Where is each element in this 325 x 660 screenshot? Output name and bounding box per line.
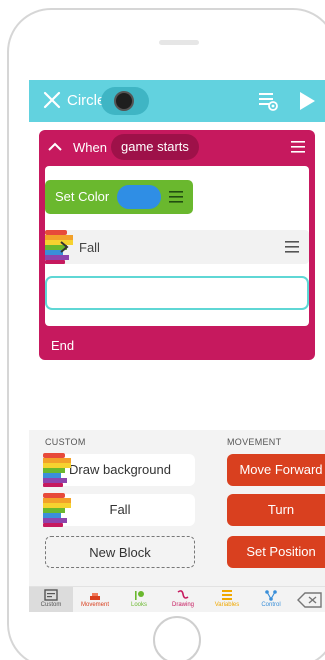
new-block-button[interactable]: New Block xyxy=(45,536,195,568)
drawing-icon xyxy=(177,590,189,599)
color-swatch[interactable] xyxy=(117,185,161,209)
tab-label: Movement xyxy=(80,602,109,608)
hamburger-icon[interactable] xyxy=(291,140,305,154)
when-label: When xyxy=(73,140,107,155)
variables-icon xyxy=(222,590,232,600)
set-color-label: Set Color xyxy=(55,189,110,204)
event-header: When game starts xyxy=(39,130,315,164)
movement-block-label: Turn xyxy=(267,502,295,517)
hamburger-icon[interactable] xyxy=(169,190,183,204)
tab-looks[interactable]: Looks xyxy=(117,587,161,612)
tab-label: Custom xyxy=(40,602,62,608)
sprite-icon xyxy=(114,91,134,111)
custom-block-draw-background[interactable]: Draw background xyxy=(43,453,195,487)
tab-drawing[interactable]: Drawing xyxy=(161,587,205,612)
rainbow-block-icon xyxy=(43,453,71,487)
debug-list-icon[interactable] xyxy=(257,90,279,112)
event-block[interactable]: When game starts Set Color Fall End xyxy=(39,130,315,360)
play-icon[interactable] xyxy=(297,90,317,112)
fall-label: Fall xyxy=(79,240,100,255)
chevron-right-icon[interactable] xyxy=(57,240,71,254)
movement-block-label: Move Forward xyxy=(239,462,323,477)
tab-label: Variables xyxy=(214,602,240,608)
trigger-pill[interactable]: game starts xyxy=(111,134,199,160)
tab-label: Looks xyxy=(130,602,147,608)
tab-control[interactable]: Control xyxy=(249,587,293,612)
turn-block[interactable]: Turn xyxy=(227,494,325,526)
tab-label: Drawing xyxy=(171,602,194,608)
fall-block[interactable]: Fall xyxy=(45,230,309,264)
hamburger-icon[interactable] xyxy=(285,240,299,254)
toolbar: Circle xyxy=(29,80,325,122)
control-icon xyxy=(265,590,277,601)
set-position-block[interactable]: Set Position xyxy=(227,536,325,568)
close-icon[interactable] xyxy=(41,89,63,111)
looks-icon xyxy=(135,591,144,600)
tab-variables[interactable]: Variables xyxy=(205,587,249,612)
rainbow-block-icon xyxy=(43,493,71,527)
sprite-name: Circle xyxy=(67,92,106,109)
block-drop-slot[interactable] xyxy=(45,276,309,310)
category-tabs: Custom Movement Looks Drawing Variables … xyxy=(29,586,325,612)
tab-label: Control xyxy=(261,602,281,608)
set-color-block[interactable]: Set Color xyxy=(45,180,193,214)
tab-custom[interactable]: Custom xyxy=(29,587,73,612)
phone-frame: Circle When game starts Set Color Fall E… xyxy=(7,8,325,660)
custom-block-fall[interactable]: Fall xyxy=(43,493,195,527)
app-screen: Circle When game starts Set Color Fall E… xyxy=(29,80,325,612)
custom-block-label: Fall xyxy=(109,502,131,517)
custom-section-label: CUSTOM xyxy=(45,437,86,447)
movement-section-label: MOVEMENT xyxy=(227,437,282,447)
custom-block-label: Draw background xyxy=(69,462,171,477)
home-button[interactable] xyxy=(153,616,201,660)
event-body: Set Color Fall xyxy=(45,166,309,326)
move-forward-block[interactable]: Move Forward xyxy=(227,454,325,486)
code-canvas: When game starts Set Color Fall End xyxy=(29,122,325,427)
custom-icon xyxy=(44,589,58,601)
end-label: End xyxy=(51,338,75,353)
chevron-up-icon[interactable] xyxy=(47,139,63,155)
movement-block-label: Set Position xyxy=(246,544,316,559)
block-palette: CUSTOM MOVEMENT Draw background Fall New… xyxy=(29,430,325,586)
movement-icon xyxy=(90,593,100,600)
delete-backspace-icon[interactable] xyxy=(297,591,323,609)
tab-movement[interactable]: Movement xyxy=(73,587,117,612)
speaker xyxy=(159,40,199,45)
sprite-selector[interactable] xyxy=(101,87,149,115)
new-block-label: New Block xyxy=(89,545,151,560)
